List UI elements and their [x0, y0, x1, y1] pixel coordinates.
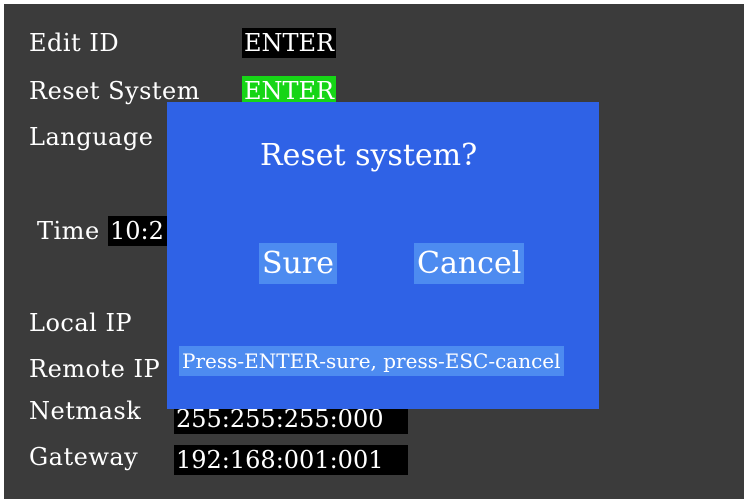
dialog-hint: Press-ENTER-sure, press-ESC-cancel [179, 346, 564, 376]
settings-screen: Edit ID ENTER Reset System ENTER Languag… [4, 4, 744, 499]
dialog-title: Reset system? [260, 138, 478, 173]
sure-button[interactable]: Sure [259, 243, 337, 284]
gateway-value[interactable]: 192:168:001:001 [174, 445, 408, 475]
netmask-label: Netmask [29, 397, 142, 425]
language-label: Language [29, 123, 154, 151]
edit-id-label: Edit ID [29, 29, 120, 57]
time-value[interactable]: 10:2 [108, 216, 174, 246]
reset-confirm-dialog: Reset system? Sure Cancel Press-ENTER-su… [167, 102, 599, 409]
edit-id-enter-button[interactable]: ENTER [242, 28, 337, 58]
cancel-button[interactable]: Cancel [414, 243, 525, 284]
gateway-label: Gateway [29, 443, 139, 471]
remote-ip-label: Remote IP [29, 355, 161, 383]
local-ip-label: Local IP [29, 309, 133, 337]
time-label: Time [37, 217, 100, 245]
